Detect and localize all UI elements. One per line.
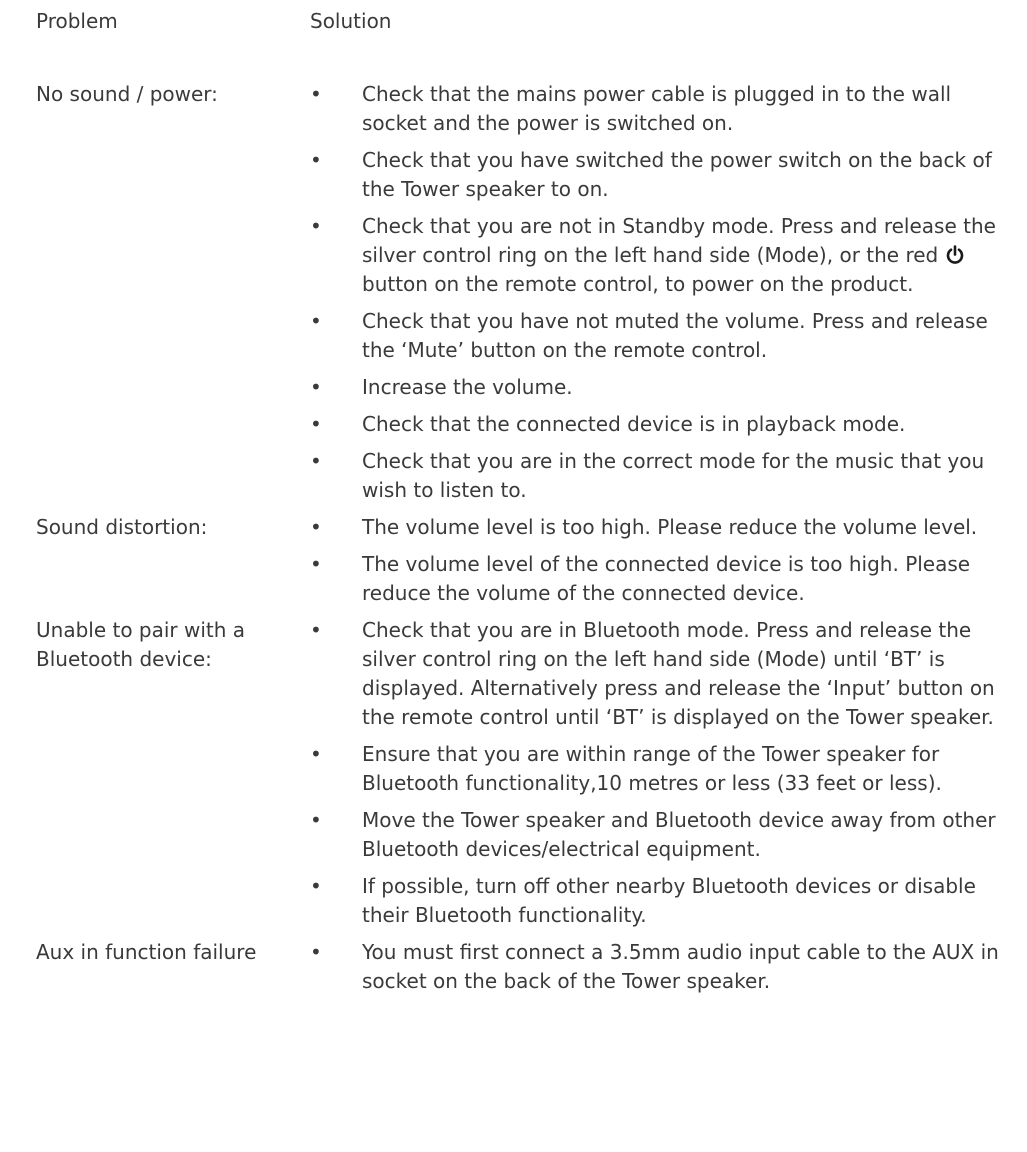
bullet: • bbox=[310, 515, 322, 539]
solution-text: Ensure that you are within range of the … bbox=[362, 742, 942, 795]
solution-item: • You must first connect a 3.5mm audio in… bbox=[310, 938, 1002, 996]
table-row: Sound distortion: • The volume level is t… bbox=[0, 513, 1027, 608]
power-icon bbox=[945, 244, 965, 264]
solution-item: • Move the Tower speaker and Bluetooth de… bbox=[310, 806, 1002, 864]
solution-item: • If possible, turn off other nearby Blue… bbox=[310, 872, 1002, 930]
solution-text: Check that you have not muted the volume… bbox=[362, 309, 988, 362]
solution-text: Check that you have switched the power s… bbox=[362, 148, 992, 201]
troubleshooting-table: No sound / power: • Check that the mains … bbox=[0, 80, 1027, 1004]
solution-text-continuation: button on the remote control, to power o… bbox=[362, 272, 914, 296]
table-header: Problem Solution bbox=[0, 7, 1027, 36]
solution-column-header: Solution bbox=[310, 9, 392, 33]
solution-text: Check that the connected device is in pl… bbox=[362, 412, 906, 436]
bullet: • bbox=[310, 874, 322, 898]
bullet: • bbox=[310, 742, 322, 766]
bullet: • bbox=[310, 940, 322, 964]
problem-column-header: Problem bbox=[36, 9, 118, 33]
solution-list: • You must first connect a 3.5mm audio in… bbox=[310, 938, 1002, 996]
bullet: • bbox=[310, 309, 322, 333]
table-row: Unable to pair with a Bluetooth device: … bbox=[0, 616, 1027, 930]
solution-text: The volume level of the connected device… bbox=[362, 552, 971, 605]
solution-text: Move the Tower speaker and Bluetooth dev… bbox=[362, 808, 996, 861]
solution-item: • The volume level of the connected devic… bbox=[310, 550, 1002, 608]
solution-item: • Increase the volume. bbox=[310, 373, 1002, 402]
problem-label: No sound / power: bbox=[36, 82, 218, 106]
solution-text: If possible, turn off other nearby Bluet… bbox=[362, 874, 976, 927]
solution-item: • Check that you are in Bluetooth mode. P… bbox=[310, 616, 1002, 732]
bullet: • bbox=[310, 375, 322, 399]
solution-item: • The volume level is too high. Please re… bbox=[310, 513, 1002, 542]
table-row: Aux in function failure • You must first … bbox=[0, 938, 1027, 996]
solution-text: You must first connect a 3.5mm audio inp… bbox=[362, 940, 999, 993]
problem-label: Aux in function failure bbox=[36, 940, 257, 964]
bullet: • bbox=[310, 618, 322, 642]
solution-item: • Check that you have switched the power … bbox=[310, 146, 1002, 204]
bullet: • bbox=[310, 214, 322, 238]
bullet: • bbox=[310, 808, 322, 832]
solution-item: • Check that the mains power cable is plu… bbox=[310, 80, 1002, 138]
solution-item: • Check that you have not muted the volum… bbox=[310, 307, 1002, 365]
solution-text: Increase the volume. bbox=[362, 375, 573, 399]
solution-item: • Check that you are in the correct mode … bbox=[310, 447, 1002, 505]
solution-list: • Check that you are in Bluetooth mode. P… bbox=[310, 616, 1002, 930]
bullet: • bbox=[310, 412, 322, 436]
table-row: No sound / power: • Check that the mains … bbox=[0, 80, 1027, 505]
solution-text: Check that the mains power cable is plug… bbox=[362, 82, 952, 135]
solution-item: • Check that the connected device is in p… bbox=[310, 410, 1002, 439]
bullet: • bbox=[310, 148, 322, 172]
solution-item: • Check that you are not in Standby mode.… bbox=[310, 212, 1002, 299]
solution-text: Check that you are in Bluetooth mode. Pr… bbox=[362, 618, 995, 729]
problem-label: Unable to pair with a Bluetooth device: bbox=[36, 618, 246, 671]
solution-text: Check that you are in the correct mode f… bbox=[362, 449, 985, 502]
problem-label: Sound distortion: bbox=[36, 515, 208, 539]
solution-list: • Check that the mains power cable is plu… bbox=[310, 80, 1002, 505]
solution-item: • Ensure that you are within range of the… bbox=[310, 740, 1002, 798]
bullet: • bbox=[310, 82, 322, 106]
solution-list: • The volume level is too high. Please re… bbox=[310, 513, 1002, 608]
bullet: • bbox=[310, 449, 322, 473]
bullet: • bbox=[310, 552, 322, 576]
solution-text: Check that you are not in Standby mode. … bbox=[362, 214, 996, 267]
solution-text: The volume level is too high. Please red… bbox=[362, 515, 978, 539]
